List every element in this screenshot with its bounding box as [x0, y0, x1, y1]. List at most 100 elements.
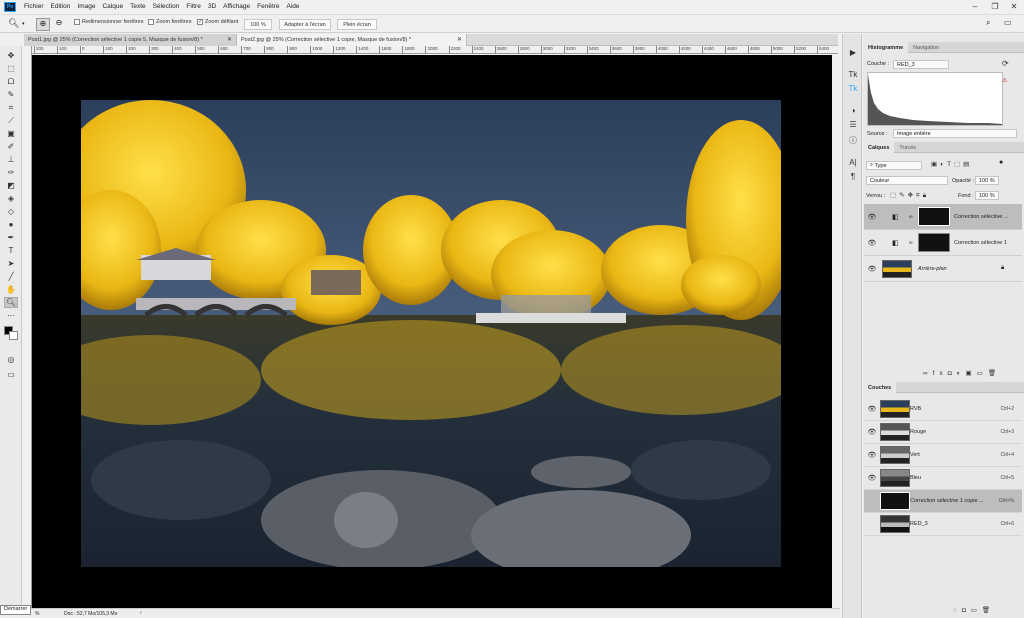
layer-row[interactable]: 👁︎ ◧ ∞ Correction sélective 1 — [864, 230, 1022, 256]
paragraph-style-icon[interactable]: Tk — [846, 82, 860, 94]
lasso-tool-icon[interactable]: ᗝ — [4, 76, 18, 87]
visibility-eye-icon[interactable]: 👁︎ — [867, 451, 877, 459]
mask-link-icon[interactable]: ∞ — [909, 214, 913, 220]
channel-row[interactable]: 👁︎ Vert Ctrl+4 — [864, 444, 1022, 467]
refresh-histogram-icon[interactable]: ⟳ — [1002, 59, 1009, 68]
paragraph-icon[interactable]: ¶ — [846, 170, 860, 182]
character-panel-icon[interactable]: Tk — [846, 68, 860, 80]
tab-histogram[interactable]: Histogramme — [863, 42, 909, 53]
document-canvas[interactable] — [32, 55, 832, 608]
quick-mask-icon[interactable]: ◎ — [4, 354, 18, 365]
crop-tool-icon[interactable]: ⌗ — [4, 102, 18, 113]
layer-filter-select[interactable]: ⌕ Type — [866, 161, 922, 170]
status-zoom[interactable]: % — [35, 611, 39, 617]
visibility-eye-icon[interactable]: 👁︎ — [867, 239, 877, 247]
zoom-100-button[interactable]: 100 % — [244, 19, 272, 30]
fill-field[interactable]: 100 % — [975, 191, 999, 200]
workspace-icon[interactable]: ▭ — [1004, 18, 1012, 27]
channel-select[interactable]: RED_3 — [893, 60, 949, 69]
adjustments-icon[interactable]: ◑ — [846, 104, 860, 116]
zoom-tool-icon[interactable]: 🔍︎ — [8, 18, 19, 29]
marquee-tool-icon[interactable]: ⬚ — [4, 63, 18, 74]
zoom-in-icon[interactable]: ⊕ — [36, 18, 50, 31]
close-tab-icon[interactable]: ✕ — [227, 36, 232, 43]
visibility-eye-icon[interactable]: 👁︎ — [867, 213, 877, 221]
status-chevron-icon[interactable]: › — [140, 610, 142, 616]
brush-tool-icon[interactable]: ✐ — [4, 141, 18, 152]
mask-link-icon[interactable]: ∞ — [909, 240, 913, 246]
menu-filtre[interactable]: Filtre — [186, 3, 200, 10]
play-action-icon[interactable]: ▶ — [846, 46, 860, 58]
channel-row[interactable]: 👁︎ Bleu Ctrl+5 — [864, 467, 1022, 490]
clone-stamp-tool-icon[interactable]: ⊥ — [4, 154, 18, 165]
opacity-field[interactable]: 100 % — [975, 176, 999, 185]
channel-row[interactable]: 👁︎ RVB Ctrl+2 — [864, 398, 1022, 421]
status-doc-size[interactable]: Doc : 52,7 Mo/105,3 Mo — [64, 611, 117, 617]
channel-row[interactable]: 👁︎ Rouge Ctrl+3 — [864, 421, 1022, 444]
menu-affichage[interactable]: Affichage — [223, 3, 250, 10]
menu-image[interactable]: Image — [77, 3, 95, 10]
source-select[interactable]: Image entière — [893, 129, 1017, 138]
move-tool-icon[interactable]: ✥ — [4, 50, 18, 61]
eyedropper-tool-icon[interactable]: ⟋ — [4, 115, 18, 126]
minimize-icon[interactable]: – — [966, 0, 984, 13]
character-icon[interactable]: A| — [846, 156, 860, 168]
close-tab-icon[interactable]: ✕ — [457, 36, 462, 43]
layer-row[interactable]: 👁︎ Arrière-plan 🔒︎ — [864, 256, 1022, 282]
fill-screen-button[interactable]: Plein écran — [337, 19, 377, 30]
blur-tool-icon[interactable]: ◇ — [4, 206, 18, 217]
menu-edition[interactable]: Edition — [51, 3, 71, 10]
scrubby-zoom-checkbox[interactable]: ✓ Zoom défilant — [197, 19, 238, 25]
layer-footer-icons[interactable]: ∞fx◘◐▣▭🗑︎ — [923, 369, 1001, 377]
eraser-tool-icon[interactable]: ◩ — [4, 180, 18, 191]
maximize-icon[interactable]: ❐ — [986, 0, 1004, 13]
pen-tool-icon[interactable]: ✒ — [4, 232, 18, 243]
layer-row[interactable]: 👁︎ ◧ ∞ Correction sélective ... — [864, 204, 1022, 230]
dodge-tool-icon[interactable]: ● — [4, 219, 18, 230]
info-icon[interactable]: ⓘ — [846, 134, 860, 146]
tab-navigation[interactable]: Navigation — [908, 42, 944, 53]
photoshop-logo-icon[interactable]: Ps — [4, 1, 16, 12]
resize-windows-checkbox[interactable]: Redimensionner fenêtres — [74, 19, 143, 25]
channel-footer-icons[interactable]: ◌◘▭🗑︎ — [953, 606, 995, 614]
channel-row[interactable]: RED_3 Ctrl+6 — [864, 513, 1022, 536]
more-tools-icon[interactable]: ⋯ — [4, 310, 18, 321]
background-color-swatch[interactable] — [9, 331, 18, 340]
tab-channels[interactable]: Couches — [863, 382, 897, 393]
history-brush-tool-icon[interactable]: ✑ — [4, 167, 18, 178]
type-tool-icon[interactable]: T — [4, 245, 18, 256]
menu-fenetre[interactable]: Fenêtre — [257, 3, 279, 10]
visibility-eye-icon[interactable]: 👁︎ — [867, 265, 877, 273]
menu-calque[interactable]: Calque — [102, 3, 123, 10]
tab-post1[interactable]: Post1.jpg @ 25% (Correction sélective 1 … — [24, 34, 237, 46]
tab-post2[interactable]: Post2.jpg @ 25% (Correction sélective 1 … — [237, 34, 467, 46]
blend-mode-select[interactable]: Couleur — [866, 176, 948, 185]
menu-3d[interactable]: 3D — [208, 3, 216, 10]
quick-selection-tool-icon[interactable]: ✎ — [4, 89, 18, 100]
rectangle-tool-icon[interactable]: ╱ — [4, 271, 18, 282]
menu-texte[interactable]: Texte — [130, 3, 146, 10]
zoom-windows-checkbox[interactable]: Zoom fenêtres — [148, 19, 191, 25]
hand-tool-icon[interactable]: ✋ — [4, 284, 18, 295]
visibility-eye-icon[interactable]: 👁︎ — [867, 474, 877, 482]
path-selection-tool-icon[interactable]: ➤ — [4, 258, 18, 269]
close-window-icon[interactable]: ✕ — [1005, 0, 1023, 13]
healing-brush-tool-icon[interactable]: ▣ — [4, 128, 18, 139]
tab-paths[interactable]: Tracés — [894, 142, 921, 153]
properties-icon[interactable]: ☰ — [846, 118, 860, 130]
visibility-eye-icon[interactable]: 👁︎ — [867, 405, 877, 413]
fit-screen-button[interactable]: Adapter à l'écran — [279, 19, 331, 30]
menu-aide[interactable]: Aide — [287, 3, 300, 10]
gradient-tool-icon[interactable]: ◈ — [4, 193, 18, 204]
screen-mode-icon[interactable]: ▭ — [4, 369, 18, 380]
filter-toggle-icon[interactable]: ● — [999, 159, 1003, 166]
menu-selection[interactable]: Sélection — [153, 3, 180, 10]
tab-layers[interactable]: Calques — [863, 142, 895, 153]
search-icon[interactable]: ⌕ — [986, 18, 990, 28]
channel-row[interactable]: Correction sélective 1 copie ... Ctrl+% — [864, 490, 1022, 513]
tool-preset-chevron-icon[interactable]: ▾ — [22, 21, 25, 27]
zoom-tool-active-icon[interactable]: 🔍︎ — [4, 297, 18, 308]
visibility-eye-icon[interactable]: 👁︎ — [867, 428, 877, 436]
menu-fichier[interactable]: Fichier — [24, 3, 44, 10]
zoom-out-icon[interactable]: ⊖ — [52, 18, 66, 31]
